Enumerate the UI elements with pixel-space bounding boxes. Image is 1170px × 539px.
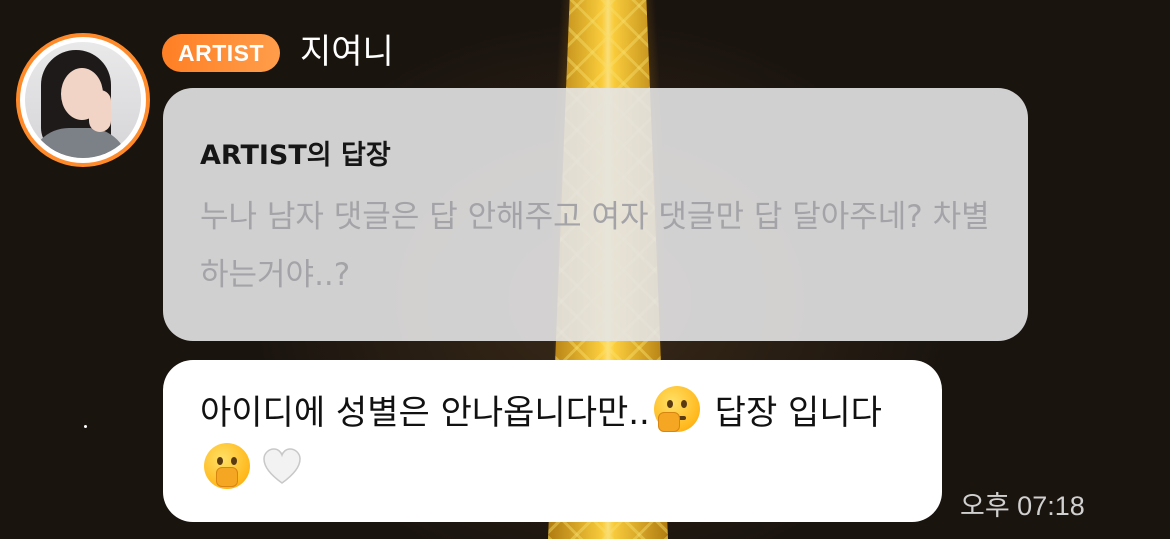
thinking-face-emoji-icon [653,386,700,432]
avatar-hand [89,90,111,132]
white-heart-icon [262,447,302,487]
artist-badge: ARTIST [162,34,280,72]
avatar[interactable] [16,33,150,167]
quoted-comment-text: 누나 남자 댓글은 답 안해주고 여자 댓글만 답 달아주네? 차별 하는거야.… [200,199,990,293]
author-name[interactable]: 지여니 [300,30,394,74]
reply-message-text: 아이디에 성별은 안나옵니다만.. 답장 입니다 [200,385,920,499]
star-dot [84,425,87,428]
reply-message-bubble[interactable]: 아이디에 성별은 안나옵니다만.. 답장 입니다 [163,360,942,522]
reply-text-part2: 답장 입니다 [703,393,882,433]
quoted-comment-bubble[interactable]: ARTIST의 답장 누나 남자 댓글은 답 안해주고 여자 댓글만 답 달아주… [163,88,1028,341]
reply-text-part1: 아이디에 성별은 안나옵니다만.. [200,393,650,433]
hand-over-mouth-emoji-icon [204,443,250,489]
avatar-image [25,42,141,158]
message-timestamp: 오후 07:18 [960,491,1085,521]
quoted-comment-title: ARTIST의 답장 [200,140,391,171]
